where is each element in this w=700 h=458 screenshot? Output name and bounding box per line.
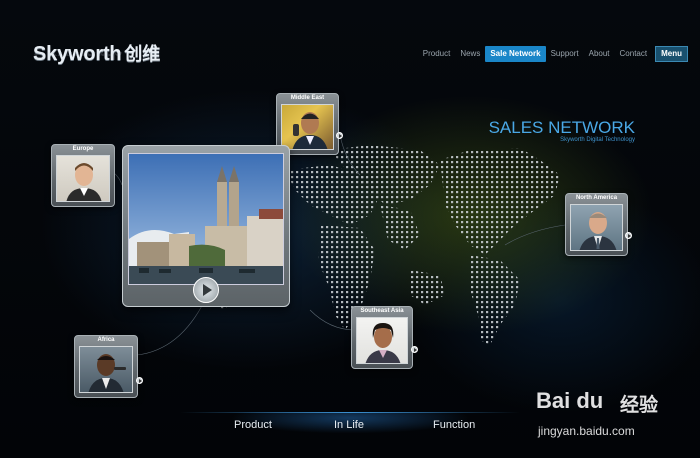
- nav-contact[interactable]: Contact: [615, 46, 653, 62]
- person-portrait-icon: [579, 212, 617, 250]
- bottom-nav-in-life[interactable]: In Life: [334, 419, 364, 431]
- person-portrait-icon: [292, 112, 328, 149]
- nav-sale-network[interactable]: Sale Network: [485, 46, 546, 62]
- north-america-arrow-icon[interactable]: [625, 232, 632, 239]
- bottom-nav: Product In Life Function: [180, 412, 520, 440]
- logo-reflection-text: Skyworth: [33, 52, 123, 62]
- baidu-jingyan-watermark: Bai du 经验 jingyan.baidu.com: [536, 388, 686, 448]
- region-card-africa[interactable]: Africa: [74, 335, 138, 398]
- southeast-asia-photo: [356, 317, 408, 364]
- southeast-asia-arrow-icon[interactable]: [411, 346, 418, 353]
- region-card-north-america[interactable]: North America: [565, 193, 628, 256]
- city-scene-image: [129, 154, 283, 284]
- play-button[interactable]: [193, 277, 219, 303]
- person-portrait-icon: [88, 354, 126, 392]
- nav-about[interactable]: About: [584, 46, 615, 62]
- page-title: SALES NETWORK: [488, 118, 635, 137]
- middle-east-photo: [281, 104, 334, 150]
- nav-support[interactable]: Support: [546, 46, 584, 62]
- sales-network-page: Skyworth创维 Skyworth Product News Sale Ne…: [0, 0, 700, 458]
- menu-button[interactable]: Menu: [655, 46, 688, 62]
- africa-arrow-icon[interactable]: [136, 377, 143, 384]
- region-label-north-america: North America: [575, 195, 618, 201]
- page-subtitle: Skyworth Digital Technology: [560, 137, 635, 143]
- logo-reflection: Skyworth: [33, 52, 123, 62]
- region-card-southeast-asia[interactable]: Southeast Asia: [351, 306, 413, 369]
- region-card-europe[interactable]: Europe: [51, 144, 115, 207]
- africa-photo: [79, 346, 133, 393]
- bottom-nav-product[interactable]: Product: [234, 419, 272, 431]
- region-label-africa: Africa: [97, 337, 115, 343]
- video-player[interactable]: [122, 145, 290, 307]
- person-portrait-icon: [365, 323, 401, 363]
- person-portrait-icon: [66, 163, 102, 201]
- region-label-europe: Europe: [72, 146, 94, 152]
- watermark-brand: Bai du: [536, 388, 604, 413]
- logo-text-cn: 创维: [124, 44, 161, 64]
- watermark-url: jingyan.baidu.com: [538, 424, 635, 438]
- region-label-southeast-asia: Southeast Asia: [360, 308, 404, 314]
- north-america-photo: [570, 204, 623, 251]
- top-nav: Product News Sale Network Support About …: [418, 46, 688, 62]
- middle-east-arrow-icon[interactable]: [336, 132, 343, 139]
- europe-photo: [56, 155, 110, 202]
- bottom-nav-function[interactable]: Function: [433, 419, 475, 431]
- watermark-text: 经验: [620, 395, 659, 416]
- video-frame-city-photo: [128, 153, 284, 285]
- nav-product[interactable]: Product: [418, 46, 456, 62]
- nav-news[interactable]: News: [455, 46, 485, 62]
- region-label-middle-east: Middle East: [290, 95, 325, 101]
